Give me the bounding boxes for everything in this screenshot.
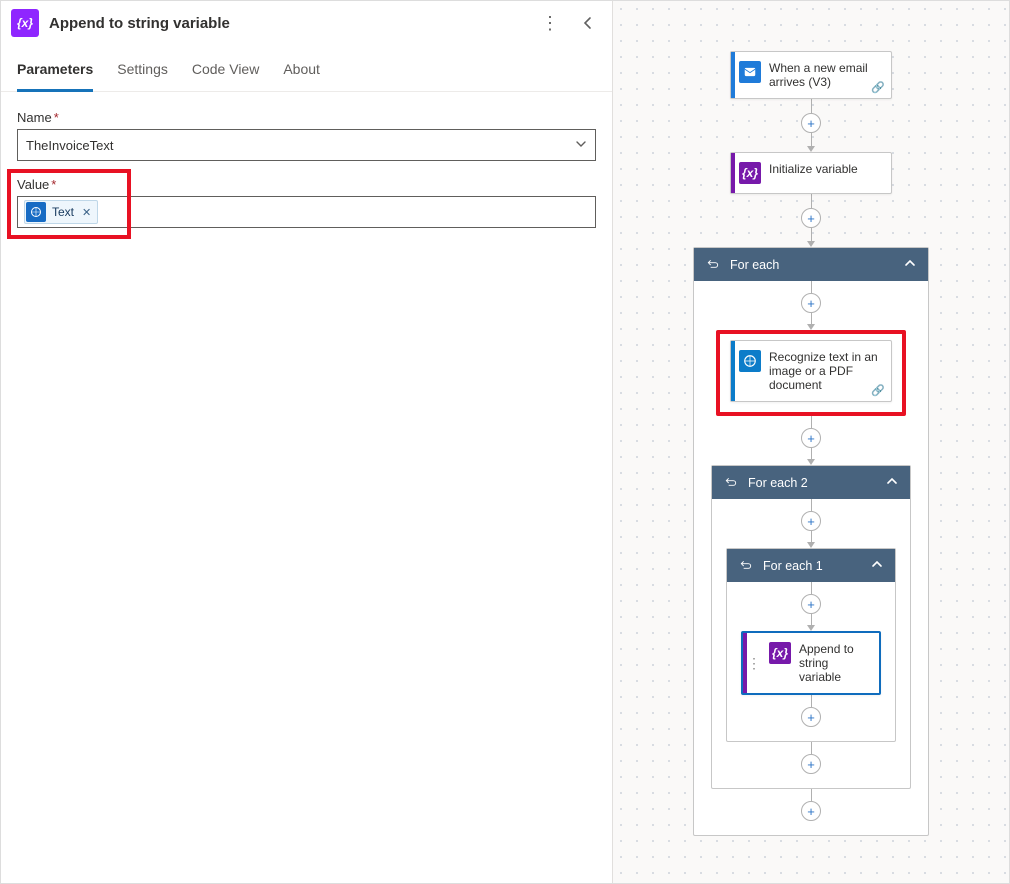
insert-step-button[interactable]: + — [801, 428, 821, 448]
insert-step-button[interactable]: + — [801, 113, 821, 133]
name-label: Name* — [17, 110, 596, 125]
for-each-2-header[interactable]: For each 2 — [712, 466, 910, 499]
for-each-label: For each — [730, 258, 779, 272]
loop-icon — [739, 559, 753, 573]
flow-canvas[interactable]: When a new email arrives (V3) 🔗 + {x} In… — [613, 1, 1009, 883]
app-root: {x} Append to string variable ⋮ Paramete… — [0, 0, 1010, 884]
chevron-up-icon — [904, 257, 916, 272]
insert-step-button[interactable]: + — [801, 801, 821, 821]
connector: + — [801, 281, 821, 330]
computer-vision-icon — [26, 202, 46, 222]
connector: + — [801, 499, 821, 548]
connector: + — [801, 742, 821, 774]
node-label: Append to string variable — [799, 642, 869, 684]
insert-step-button[interactable]: + — [801, 594, 821, 614]
fields: Name* TheInvoiceText Value* — [1, 92, 612, 246]
token-label: Text — [52, 205, 74, 219]
chevron-up-icon — [871, 558, 883, 573]
connector: + — [801, 695, 821, 727]
more-menu-button[interactable]: ⋮ — [536, 9, 564, 37]
panel-header: {x} Append to string variable ⋮ — [1, 1, 612, 45]
tab-codeview[interactable]: Code View — [192, 61, 259, 91]
insert-step-button[interactable]: + — [801, 754, 821, 774]
insert-step-button[interactable]: + — [801, 707, 821, 727]
loop-icon — [706, 258, 720, 272]
name-value: TheInvoiceText — [26, 138, 113, 153]
link-icon: 🔗 — [871, 81, 885, 94]
action-config-panel: {x} Append to string variable ⋮ Paramete… — [1, 1, 613, 883]
remove-token-button[interactable]: ✕ — [80, 206, 93, 219]
chevron-up-icon — [886, 475, 898, 490]
connector: + — [801, 582, 821, 631]
name-dropdown[interactable]: TheInvoiceText — [17, 129, 596, 161]
chevron-down-icon — [575, 138, 587, 153]
node-append-to-string[interactable]: ⋮ {x} Append to string variable — [741, 631, 881, 695]
connector: + — [801, 194, 821, 247]
computer-vision-icon — [739, 350, 761, 372]
node-for-each-1: For each 1 + — [726, 548, 896, 742]
variable-icon: {x} — [11, 9, 39, 37]
insert-step-button[interactable]: + — [801, 511, 821, 531]
node-label: Initialize variable — [769, 162, 858, 176]
value-field: Value* Text ✕ — [17, 177, 596, 228]
connector: + — [801, 99, 821, 152]
node-label: Recognize text in an image or a PDF docu… — [769, 350, 881, 392]
insert-step-button[interactable]: + — [801, 293, 821, 313]
for-each-1-label: For each 1 — [763, 559, 823, 573]
chevron-left-icon — [581, 16, 595, 30]
node-for-each: For each + — [693, 247, 929, 836]
for-each-1-header[interactable]: For each 1 — [727, 549, 895, 582]
node-for-each-2: For each 2 + — [711, 465, 911, 789]
highlight-recognize-annotation: Recognize text in an image or a PDF docu… — [716, 330, 906, 416]
tab-settings[interactable]: Settings — [117, 61, 168, 91]
tab-about[interactable]: About — [283, 61, 320, 91]
value-label: Value* — [17, 177, 596, 192]
node-email-trigger[interactable]: When a new email arrives (V3) 🔗 — [730, 51, 892, 99]
variable-icon: {x} — [739, 162, 761, 184]
node-recognize-text[interactable]: Recognize text in an image or a PDF docu… — [730, 340, 892, 402]
drag-handle-icon[interactable]: ⋮ — [747, 655, 761, 672]
node-label: When a new email arrives (V3) — [769, 61, 881, 89]
tab-parameters[interactable]: Parameters — [17, 61, 93, 92]
panel-title: Append to string variable — [49, 15, 526, 32]
dynamic-content-token[interactable]: Text ✕ — [24, 200, 98, 224]
connector: + — [801, 416, 821, 465]
loop-icon — [724, 476, 738, 490]
link-icon: 🔗 — [871, 384, 885, 397]
value-input[interactable]: Text ✕ — [17, 196, 596, 228]
node-initialize-variable[interactable]: {x} Initialize variable — [730, 152, 892, 194]
insert-step-button[interactable]: + — [801, 208, 821, 228]
outlook-icon — [739, 61, 761, 83]
for-each-2-label: For each 2 — [748, 476, 808, 490]
connector: + — [801, 789, 821, 821]
tab-strip: Parameters Settings Code View About — [1, 45, 612, 92]
variable-icon: {x} — [769, 642, 791, 664]
for-each-header[interactable]: For each — [694, 248, 928, 281]
collapse-panel-button[interactable] — [574, 9, 602, 37]
flow-column: When a new email arrives (V3) 🔗 + {x} In… — [613, 51, 1009, 836]
